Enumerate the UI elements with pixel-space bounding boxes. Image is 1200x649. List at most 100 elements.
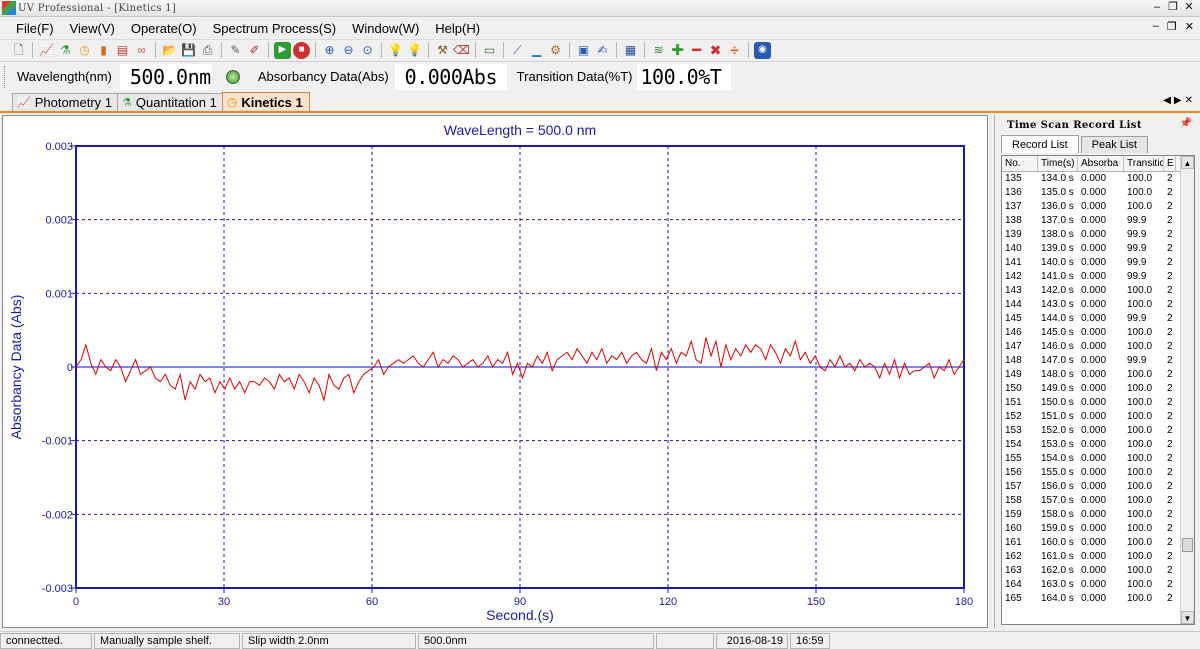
circle-icon[interactable]: ◉ — [754, 41, 771, 59]
list-item[interactable]: 151 150.0 s 0.000 100.0 2 — [1002, 396, 1194, 410]
column-header-transition[interactable]: Transitic — [1124, 156, 1164, 171]
edit-icon[interactable]: ✍ — [594, 42, 611, 59]
menu-file[interactable]: File(F) — [0, 21, 62, 36]
minus-icon[interactable]: ━ — [688, 42, 705, 59]
stop-icon[interactable]: ■ — [293, 41, 310, 59]
list-item[interactable]: 138 137.0 s 0.000 99.9 2 — [1002, 214, 1194, 228]
add-icon[interactable]: ✚ — [669, 42, 686, 59]
pen-icon[interactable]: ✎ — [227, 42, 244, 59]
scroll-thumb[interactable] — [1182, 538, 1193, 552]
layers-icon[interactable]: ≋ — [650, 42, 667, 59]
mdi-minimize-icon[interactable]: – — [1153, 20, 1159, 33]
start-icon[interactable]: ▶ — [274, 41, 291, 59]
tab-right-icon[interactable]: ▶ — [1174, 95, 1185, 106]
close-icon[interactable]: ✕ — [1182, 1, 1196, 15]
list-item[interactable]: 150 149.0 s 0.000 100.0 2 — [1002, 382, 1194, 396]
toolbar-separator — [32, 42, 33, 58]
go-to-wavelength-icon[interactable] — [225, 69, 240, 84]
spectrum-icon[interactable]: 📈 — [38, 42, 55, 59]
grid-icon[interactable]: ▦ — [622, 42, 639, 59]
list-item[interactable]: 155 154.0 s 0.000 100.0 2 — [1002, 452, 1194, 466]
list-item[interactable]: 145 144.0 s 0.000 99.9 2 — [1002, 312, 1194, 326]
scroll-up-icon[interactable]: ▲ — [1181, 156, 1194, 169]
list-item[interactable]: 146 145.0 s 0.000 100.0 2 — [1002, 326, 1194, 340]
restore-icon[interactable]: ❐ — [1166, 1, 1180, 15]
list-item[interactable]: 137 136.0 s 0.000 100.0 2 — [1002, 200, 1194, 214]
list-item[interactable]: 139 138.0 s 0.000 99.9 2 — [1002, 228, 1194, 242]
list-item[interactable]: 163 162.0 s 0.000 100.0 2 — [1002, 564, 1194, 578]
list-item[interactable]: 162 161.0 s 0.000 100.0 2 — [1002, 550, 1194, 564]
list-item[interactable]: 147 146.0 s 0.000 100.0 2 — [1002, 340, 1194, 354]
menu-view[interactable]: View(V) — [62, 21, 123, 36]
lamp-off-icon[interactable]: 💡 — [406, 42, 423, 59]
list-item[interactable]: 149 148.0 s 0.000 100.0 2 — [1002, 368, 1194, 382]
list-item[interactable]: 143 142.0 s 0.000 100.0 2 — [1002, 284, 1194, 298]
bar-chart-icon[interactable]: ▤ — [114, 42, 131, 59]
print-icon[interactable]: ⎙ — [199, 42, 216, 59]
column-header-no[interactable]: No. — [1002, 156, 1038, 171]
list-item[interactable]: 135 134.0 s 0.000 100.0 2 — [1002, 172, 1194, 186]
lamp-on-icon[interactable]: 💡 — [387, 42, 404, 59]
tab-kinetics[interactable]: ◷ Kinetics 1 — [221, 92, 310, 111]
tab-record-list[interactable]: Record List — [1001, 135, 1079, 153]
tab-quantitation[interactable]: ⚗ Quantitation 1 — [117, 93, 224, 111]
tab-close-icon[interactable]: ✕ — [1185, 95, 1196, 106]
list-item[interactable]: 158 157.0 s 0.000 100.0 2 — [1002, 494, 1194, 508]
scan-window-icon[interactable]: ▣ — [575, 42, 592, 59]
column-header-absorbance[interactable]: Absorba — [1078, 156, 1124, 171]
mdi-close-icon[interactable]: ✕ — [1185, 20, 1194, 33]
list-item[interactable]: 161 160.0 s 0.000 100.0 2 — [1002, 536, 1194, 550]
tab-left-icon[interactable]: ◀ — [1163, 95, 1174, 106]
list-item[interactable]: 153 152.0 s 0.000 100.0 2 — [1002, 424, 1194, 438]
zoom-out-icon[interactable]: ⊖ — [340, 42, 357, 59]
baseline-icon[interactable]: ▁ — [528, 42, 545, 59]
divide-icon[interactable]: ÷ — [726, 42, 743, 59]
list-item[interactable]: 144 143.0 s 0.000 100.0 2 — [1002, 298, 1194, 312]
tab-peak-list[interactable]: Peak List — [1080, 136, 1148, 153]
menu-spectrum-process[interactable]: Spectrum Process(S) — [205, 21, 345, 36]
menu-help[interactable]: Help(H) — [427, 21, 488, 36]
list-item[interactable]: 140 139.0 s 0.000 99.9 2 — [1002, 242, 1194, 256]
list-scrollbar[interactable]: ▲ ▼ — [1180, 156, 1194, 624]
scroll-down-icon[interactable]: ▼ — [1181, 611, 1194, 624]
mdi-restore-icon[interactable]: ❐ — [1167, 20, 1177, 33]
multiply-icon[interactable]: ✖ — [707, 42, 724, 59]
column-header-time[interactable]: Time(s) — [1038, 156, 1078, 171]
tube-icon[interactable]: ▮ — [95, 42, 112, 59]
tools-icon[interactable]: ⚒ — [434, 42, 451, 59]
menu-window[interactable]: Window(W) — [344, 21, 427, 36]
delete-record-icon[interactable]: ⌫ — [453, 42, 470, 59]
list-item[interactable]: 164 163.0 s 0.000 100.0 2 — [1002, 578, 1194, 592]
list-item[interactable]: 148 147.0 s 0.000 99.9 2 — [1002, 354, 1194, 368]
list-item[interactable]: 156 155.0 s 0.000 100.0 2 — [1002, 466, 1194, 480]
list-item[interactable]: 141 140.0 s 0.000 99.9 2 — [1002, 256, 1194, 270]
axis-icon[interactable]: ⟋ — [509, 42, 526, 59]
list-item[interactable]: 136 135.0 s 0.000 100.0 2 — [1002, 186, 1194, 200]
minimize-icon[interactable]: – — [1150, 1, 1164, 15]
window-icon[interactable]: ▭ — [481, 42, 498, 59]
list-item[interactable]: 157 156.0 s 0.000 100.0 2 — [1002, 480, 1194, 494]
column-header-extra[interactable]: E — [1164, 156, 1176, 171]
tab-photometry[interactable]: 📈 Photometry 1 — [12, 93, 120, 111]
pin-icon[interactable]: 📌 — [1180, 118, 1192, 129]
clock-icon[interactable]: ◷ — [76, 42, 93, 59]
open-folder-icon[interactable]: 📂 — [161, 42, 178, 59]
settings-icon[interactable]: ⚙ — [547, 42, 564, 59]
link-icon[interactable]: ∞ — [133, 42, 150, 59]
menu-operate[interactable]: Operate(O) — [123, 21, 205, 36]
list-item[interactable]: 165 164.0 s 0.000 100.0 2 — [1002, 592, 1194, 606]
eraser-icon[interactable]: ✐ — [246, 42, 263, 59]
cell-absorbance: 0.000 — [1081, 523, 1107, 534]
list-item[interactable]: 159 158.0 s 0.000 100.0 2 — [1002, 508, 1194, 522]
kinetics-chart-panel[interactable]: 0 30 60 90 120 150 180 0.003 0.002 0.001 0 -0.001 -0… — [2, 115, 988, 628]
list-item[interactable]: 160 159.0 s 0.000 100.0 2 — [1002, 522, 1194, 536]
list-item[interactable]: 152 151.0 s 0.000 100.0 2 — [1002, 410, 1194, 424]
list-item[interactable]: 142 141.0 s 0.000 99.9 2 — [1002, 270, 1194, 284]
flask-icon[interactable]: ⚗ — [57, 42, 74, 59]
new-icon[interactable]: 🗋 — [10, 42, 27, 59]
zoom-reset-icon[interactable]: ⊙ — [359, 42, 376, 59]
toolbar-grip[interactable] — [4, 65, 7, 88]
list-item[interactable]: 154 153.0 s 0.000 100.0 2 — [1002, 438, 1194, 452]
zoom-in-icon[interactable]: ⊕ — [321, 42, 338, 59]
save-icon[interactable]: 💾 — [180, 42, 197, 59]
